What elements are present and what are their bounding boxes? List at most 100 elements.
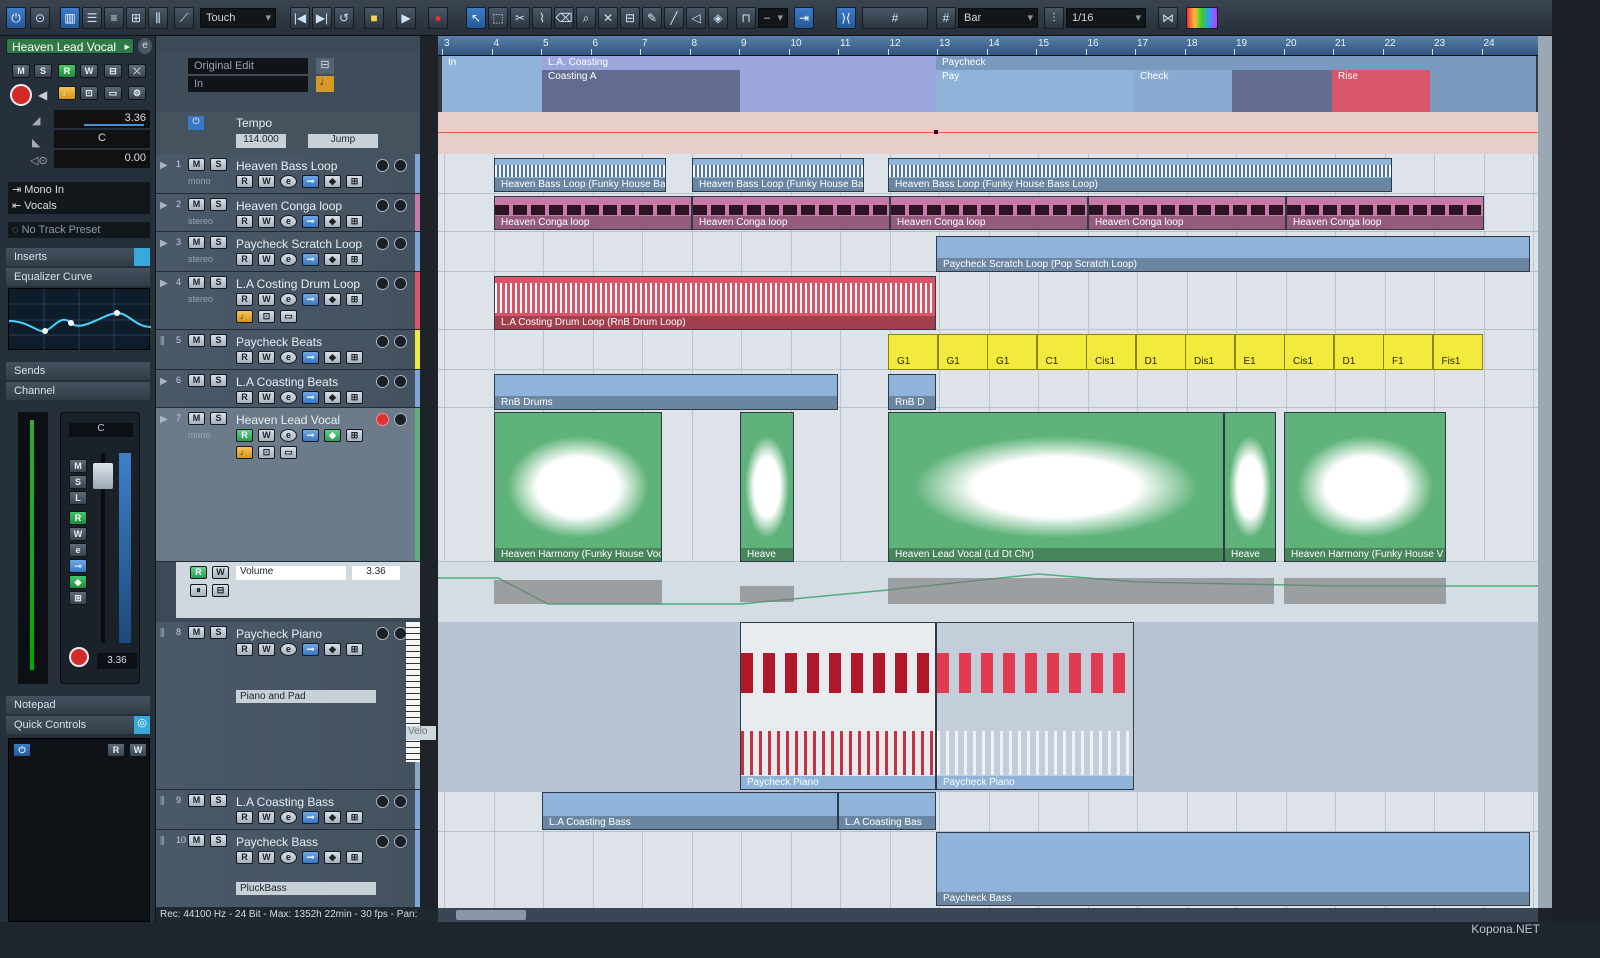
channel-section[interactable]: Channel [6,382,150,400]
track-freeze-icon[interactable]: ⊸ [302,391,319,404]
audio-part-conga[interactable]: Heaven Conga loop [1286,196,1484,230]
input-routing[interactable]: ⇥ Mono In [8,182,150,198]
audio-part-vocal[interactable]: Heave [1224,412,1276,562]
track-record-button[interactable] [376,627,389,640]
object-selection-tool-icon[interactable]: ↖ [466,7,486,29]
split-tool-icon[interactable]: ✂ [510,7,530,29]
show-pool-icon[interactable]: ⊞ [126,7,146,29]
track-lane-icon[interactable]: ◆ [324,175,341,188]
track-2[interactable]: ▶ 2 M S Heaven Conga loop stereo R We ⊸ ◆ ⊞ [156,194,420,232]
track-name[interactable]: Paycheck Scratch Loop [236,237,362,251]
record-icon[interactable]: ● [428,7,448,29]
nudge-icon[interactable]: ⊓ [736,7,756,29]
inspector-track-name[interactable]: Heaven Lead Vocal ▸ [6,38,134,54]
tempo-mode-select[interactable]: Jump [308,134,378,148]
play-tool-icon[interactable]: ◁ [686,7,706,29]
erase-tool-icon[interactable]: ⌫ [554,7,574,29]
track-solo-button[interactable]: S [210,236,227,249]
track-freeze-icon[interactable]: ⊸ [302,851,319,864]
track-record-button[interactable] [376,237,389,250]
audio-part-bass-loop[interactable]: Heaven Bass Loop (Funky House Bas [494,158,666,192]
track-read-button[interactable]: R [236,643,253,656]
track-freeze-icon[interactable]: ⊸ [302,215,319,228]
track-name[interactable]: L.A Coasting Beats [236,375,338,389]
track-name[interactable]: Heaven Lead Vocal [236,413,340,427]
eq-curve-display[interactable] [8,288,152,351]
arranger-track-header[interactable]: Original Edit In ⊟ ♩ [156,54,420,112]
horizontal-scrollbar[interactable] [438,908,1538,922]
track-record-button[interactable] [376,375,389,388]
track-edit-button[interactable]: e [280,351,297,364]
track-name[interactable]: L.A Costing Drum Loop [236,277,360,291]
channel-listen-button[interactable]: L [69,491,87,505]
expand-track-icon[interactable]: ▶ [160,160,168,171]
expand-track-icon[interactable]: ▶ [160,238,168,249]
audio-part-drum-loop[interactable]: L.A Costing Drum Loop (RnB Drum Loop) [494,276,936,330]
chord-event[interactable]: E1 [1234,334,1285,370]
qc-write-button[interactable]: W [129,743,147,757]
track-folder-icon[interactable]: ⊞ [346,811,363,824]
track-mute-button[interactable]: M [188,374,205,387]
monitor-icon[interactable]: ◀ [38,88,47,102]
chord-event[interactable]: D1 [1135,334,1186,370]
track-timebase-icon[interactable]: ♩ [236,446,253,459]
track-freeze-icon[interactable]: ⊸ [302,811,319,824]
track-lane-icon[interactable]: ◆ [324,429,341,442]
track-monitor-button[interactable] [394,795,407,808]
draw-tool-icon[interactable]: ✎ [642,7,662,29]
quantize-icon[interactable]: ⫶ [1044,7,1064,29]
go-to-start-icon[interactable]: |◀ [290,7,310,29]
channel-solo-button[interactable]: S [69,475,87,489]
volume-fader-handle[interactable] [93,463,113,489]
track-lock-icon[interactable]: ⊡ [258,310,275,323]
go-to-end-icon[interactable]: ▶| [312,7,332,29]
track-solo-button[interactable]: S [210,374,227,387]
track-9[interactable]: ⫼ 9 M S L.A Coasting Bass R We ⊸ ◆ ⊞ [156,790,420,830]
tempo-power-icon[interactable]: ⏻ [188,116,204,130]
track-folder-icon[interactable]: ⊞ [346,253,363,266]
track-freeze-icon[interactable]: ⊸ [302,293,319,306]
track-folder-icon[interactable]: ⊞ [346,643,363,656]
track-read-button[interactable]: R [236,851,253,864]
track-edit-button[interactable]: e [280,851,297,864]
track-lane-icon[interactable]: ◆ [324,851,341,864]
track-lane-icon[interactable]: ◆ [324,253,341,266]
grid-type-select[interactable]: Bar [958,8,1038,28]
track-mute-button[interactable]: M [188,626,205,639]
expand-track-icon[interactable]: ▶ [160,200,168,211]
audio-part-scratch[interactable]: Paycheck Scratch Loop (Pop Scratch Loop) [936,236,1530,272]
channel-read-button[interactable]: R [69,511,87,525]
tempo-point[interactable] [934,130,938,134]
track-freeze-icon[interactable]: ⊸ [302,175,319,188]
track-record-button[interactable] [376,413,389,426]
track-edit-button[interactable]: e [280,429,297,442]
show-infoline-icon[interactable]: ☰ [82,7,102,29]
channel-eq-button[interactable]: ⊸ [69,559,87,573]
audio-part-conga[interactable]: Heaven Conga loop [1088,196,1286,230]
delay-field[interactable]: 0.00 [54,150,150,168]
audio-part-vocal[interactable]: Heaven Lead Vocal (Ld Dt Chr) [888,412,1224,562]
chord-event[interactable]: Dis1 [1185,334,1235,370]
track-monitor-button[interactable] [394,159,407,172]
quick-controls-section[interactable]: Quick Controls [6,716,150,734]
auto-show-button[interactable]: ⊟ [212,584,229,597]
track-monitor-button[interactable] [394,413,407,426]
track-freeze-icon[interactable]: ⊸ [302,253,319,266]
track-mute-button[interactable]: M [188,412,205,425]
arranger-event-in[interactable]: In [442,56,542,112]
activate-project-icon[interactable]: ⏻ [6,7,26,29]
chord-event[interactable]: Fis1 [1432,334,1483,370]
track-monitor-button[interactable] [394,277,407,290]
track-write-button[interactable]: W [258,293,275,306]
track-folder-icon[interactable]: ⊞ [346,429,363,442]
lock-button[interactable]: ⊡ [80,86,98,100]
track-name[interactable]: Heaven Conga loop [236,199,342,213]
track-read-button[interactable]: R [236,429,253,442]
auto-write-button[interactable]: W [212,566,229,579]
track-10[interactable]: ⫼ 10 M S Paycheck Bass R We ⊸ ◆ ⊞ PluckBass [156,830,420,908]
arranger-event-coasting-a[interactable]: Coasting A [542,70,740,112]
cycle-icon[interactable]: ↺ [334,7,354,29]
channel-volume-value[interactable]: 3.36 [97,653,137,669]
track-folder-icon[interactable]: ⊞ [346,293,363,306]
channel-edit-button[interactable]: e [69,543,87,557]
